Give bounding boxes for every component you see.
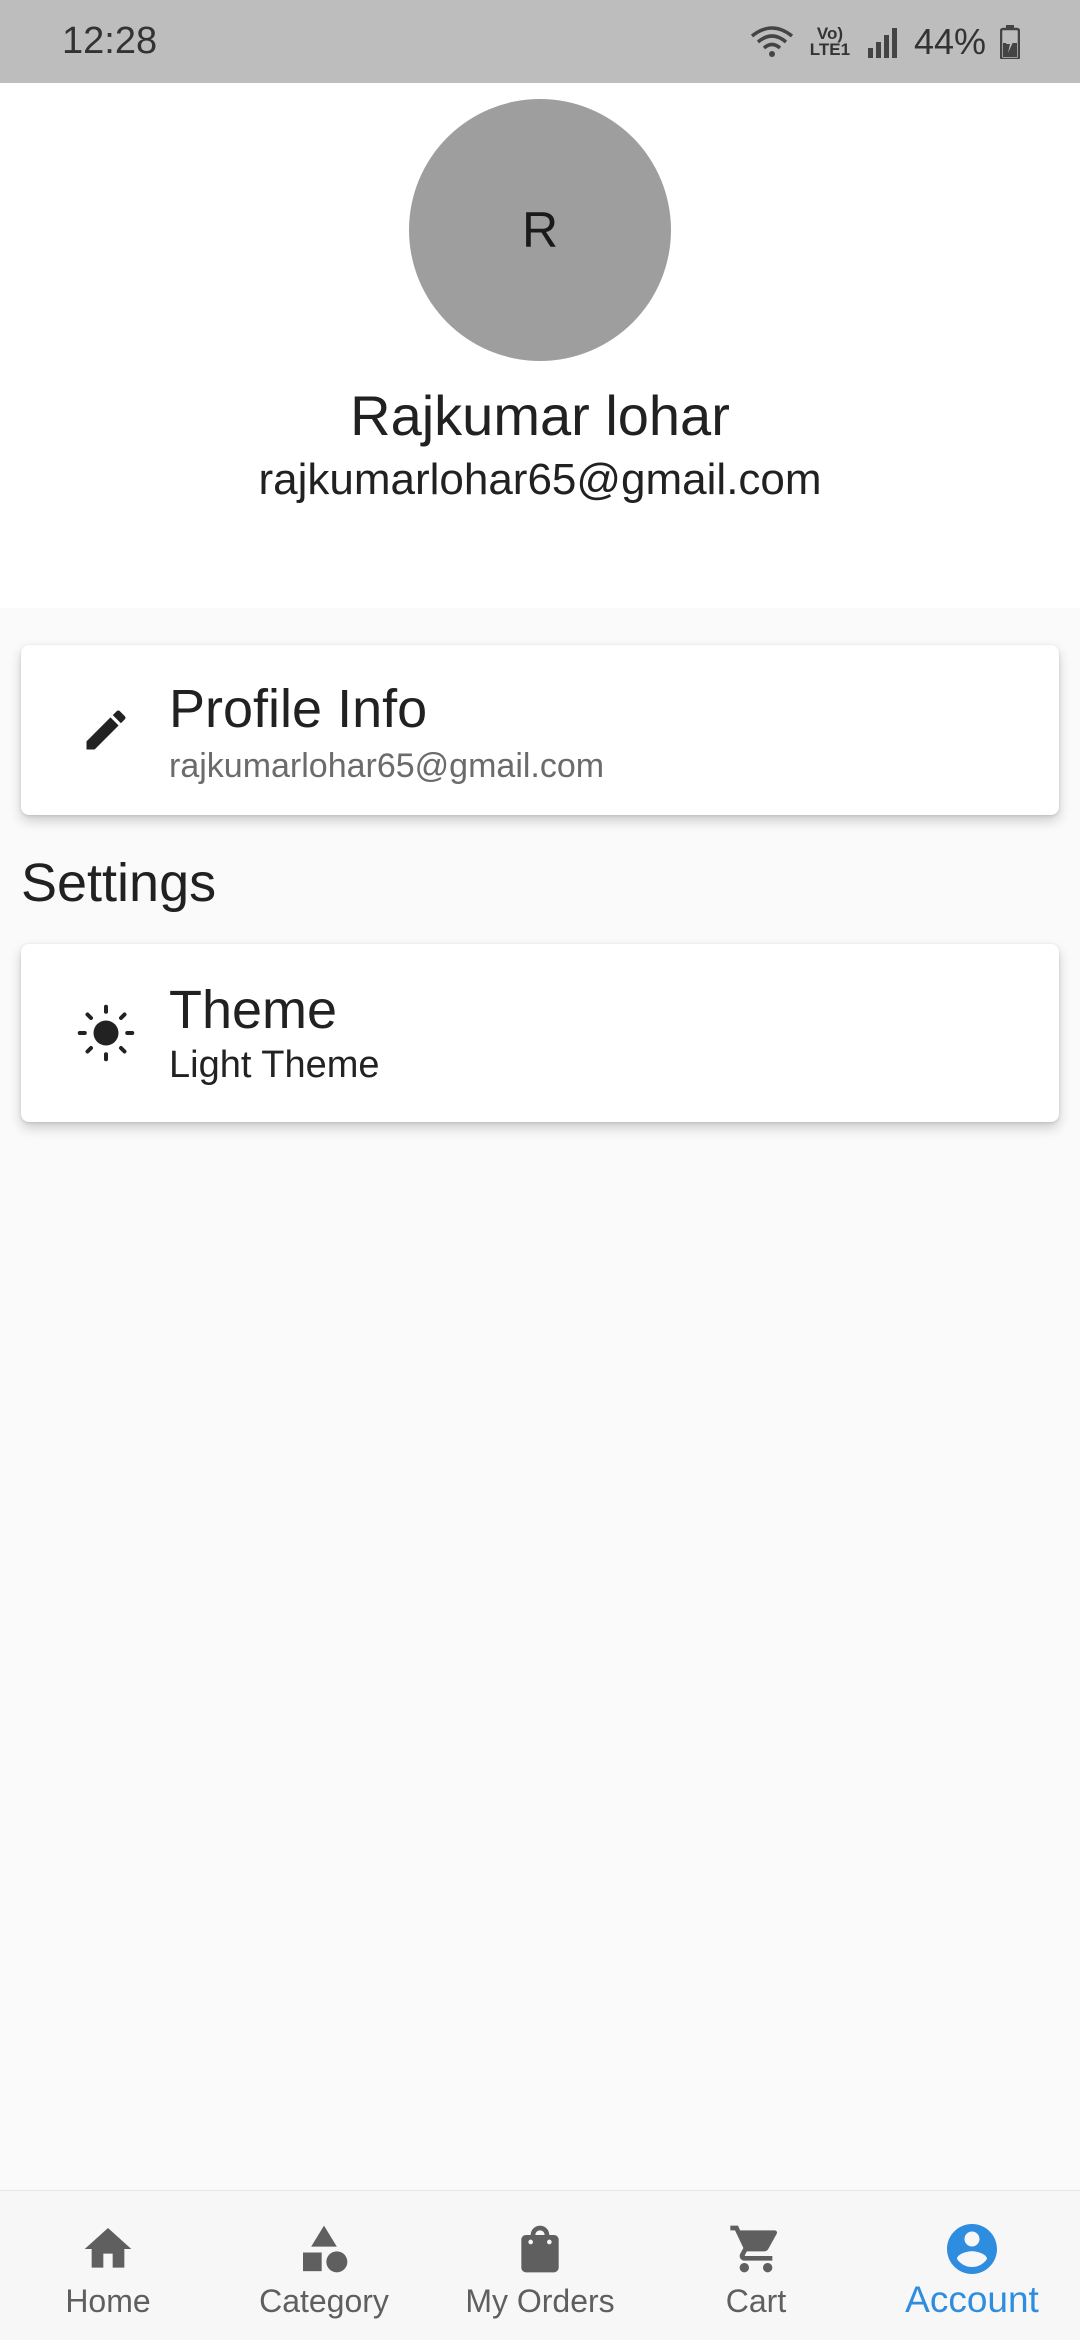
theme-card[interactable]: Theme Light Theme xyxy=(21,944,1059,1122)
status-bar: 12:28 Vo) LTE1 44% xyxy=(0,0,1080,83)
shopping-bag-icon xyxy=(510,2219,570,2279)
user-name: Rajkumar lohar xyxy=(350,384,730,447)
avatar-initial: R xyxy=(521,202,559,258)
settings-section-title: Settings xyxy=(21,853,217,913)
nav-home[interactable]: Home xyxy=(0,2191,216,2340)
nav-home-label: Home xyxy=(65,2283,151,2319)
nav-account[interactable]: Account xyxy=(864,2191,1080,2340)
profile-header: R Rajkumar lohar rajkumarlohar65@gmail.c… xyxy=(0,83,1080,608)
nav-my-orders-label: My Orders xyxy=(465,2283,615,2319)
bottom-navigation: Home Category My Orders Cart Account xyxy=(0,2190,1080,2340)
account-circle-icon xyxy=(942,2219,1002,2279)
signal-icon xyxy=(866,26,900,58)
battery-percent: 44% xyxy=(913,20,986,62)
nav-category-label: Category xyxy=(259,2283,389,2319)
home-icon xyxy=(78,2219,138,2279)
nav-cart[interactable]: Cart xyxy=(648,2191,864,2340)
cart-icon xyxy=(726,2219,786,2279)
edit-icon xyxy=(51,675,161,785)
theme-value: Light Theme xyxy=(169,1044,380,1086)
status-icons: Vo) LTE1 44% xyxy=(750,21,1020,63)
nav-account-label: Account xyxy=(905,2279,1039,2320)
theme-title: Theme xyxy=(169,980,338,1040)
nav-my-orders[interactable]: My Orders xyxy=(432,2191,648,2340)
profile-info-email: rajkumarlohar65@gmail.com xyxy=(169,747,605,785)
wifi-icon xyxy=(750,24,794,60)
profile-info-title: Profile Info xyxy=(169,679,428,739)
battery-icon xyxy=(1000,24,1020,59)
status-time: 12:28 xyxy=(62,20,158,62)
profile-info-card[interactable]: Profile Info rajkumarlohar65@gmail.com xyxy=(21,645,1059,815)
volte-lte-label: Vo) LTE1 xyxy=(809,23,851,59)
user-email: rajkumarlohar65@gmail.com xyxy=(258,455,822,504)
category-icon xyxy=(294,2219,354,2279)
nav-category[interactable]: Category xyxy=(216,2191,432,2340)
sun-icon xyxy=(51,978,161,1088)
avatar[interactable]: R xyxy=(409,99,671,361)
nav-cart-label: Cart xyxy=(725,2283,787,2319)
